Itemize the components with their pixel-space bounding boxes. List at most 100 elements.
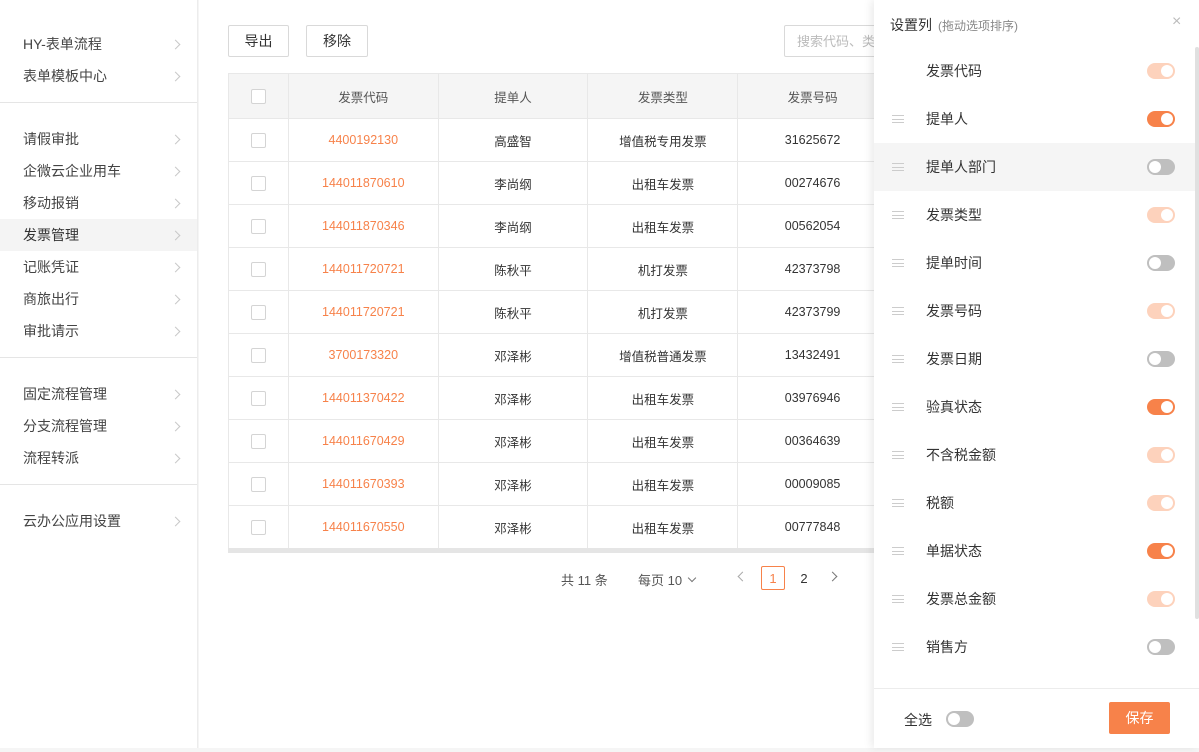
row-checkbox[interactable] — [250, 433, 266, 449]
column-option[interactable]: 发票类型 — [874, 191, 1195, 239]
table-cell: 出租车发票 — [588, 377, 739, 419]
column-option[interactable]: 销售方 — [874, 623, 1195, 671]
sidebar-item[interactable]: 移动报销 — [0, 187, 197, 219]
toggle-knob — [1161, 305, 1173, 317]
sidebar-item[interactable]: 发票管理 — [0, 219, 197, 251]
page-size-select[interactable]: 每页 10 — [638, 570, 697, 589]
invoice-code-link[interactable]: 144011870610 — [322, 176, 405, 190]
chevron-right-icon — [170, 198, 181, 208]
cell-value: 李尚纲 — [494, 177, 532, 192]
row-checkbox-cell — [229, 162, 289, 204]
sidebar-item[interactable]: 固定流程管理 — [0, 378, 197, 410]
page-1-button[interactable]: 1 — [761, 566, 785, 590]
toggle-knob — [1149, 353, 1161, 365]
column-option[interactable]: 税额 — [874, 479, 1195, 527]
drag-handle-icon[interactable] — [892, 403, 904, 411]
sidebar-item[interactable]: 请假审批 — [0, 123, 197, 155]
table-cell: 144011670393 — [289, 463, 439, 505]
select-all-rows-checkbox[interactable] — [250, 88, 266, 104]
column-visibility-toggle[interactable] — [1147, 543, 1175, 559]
cell-value: 邓泽彬 — [494, 435, 532, 450]
chevron-right-icon[interactable] — [827, 571, 838, 582]
drag-handle-icon[interactable] — [892, 259, 904, 267]
drag-handle-icon[interactable] — [892, 163, 904, 171]
invoice-code-link[interactable]: 4400192130 — [329, 133, 399, 147]
invoice-code-link[interactable]: 3700173320 — [329, 348, 399, 362]
column-visibility-toggle[interactable] — [1147, 255, 1175, 271]
sidebar-item[interactable]: 审批请示 — [0, 315, 197, 347]
sidebar-item[interactable]: HY-表单流程 — [0, 28, 197, 60]
row-checkbox[interactable] — [250, 476, 266, 492]
invoice-code-link[interactable]: 144011720721 — [322, 262, 405, 276]
row-checkbox[interactable] — [250, 390, 266, 406]
table-cell: 144011870346 — [289, 205, 439, 247]
table-row: 144011720721 陈秋平 机打发票 42373798 — [229, 248, 888, 291]
row-checkbox[interactable] — [250, 304, 266, 320]
column-visibility-toggle[interactable] — [1147, 159, 1175, 175]
invoice-code-link[interactable]: 144011720721 — [322, 305, 405, 319]
chevron-right-icon — [170, 453, 181, 463]
column-visibility-toggle[interactable] — [1147, 639, 1175, 655]
row-checkbox[interactable] — [250, 132, 266, 148]
column-option[interactable]: 发票代码 — [874, 47, 1195, 95]
sidebar-item[interactable]: 记账凭证 — [0, 251, 197, 283]
column-list-scrollbar[interactable] — [1195, 47, 1199, 619]
column-visibility-toggle[interactable] — [1147, 111, 1175, 127]
row-checkbox[interactable] — [250, 347, 266, 363]
cell-value: 00009085 — [784, 477, 841, 491]
column-option[interactable]: 不含税金额 — [874, 431, 1195, 479]
table-cell: 144011670550 — [289, 506, 439, 548]
drag-handle-icon[interactable] — [892, 307, 904, 315]
column-option[interactable]: 单据状态 — [874, 527, 1195, 575]
invoice-code-link[interactable]: 144011370422 — [322, 391, 405, 405]
sidebar-item[interactable]: 云办公应用设置 — [0, 505, 197, 537]
table-cell: 13432491 — [738, 334, 888, 376]
remove-button[interactable]: 移除 — [306, 25, 368, 57]
invoice-code-link[interactable]: 144011670429 — [322, 434, 405, 448]
sidebar-item[interactable]: 商旅出行 — [0, 283, 197, 315]
drag-handle-icon[interactable] — [892, 547, 904, 555]
save-button[interactable]: 保存 — [1109, 702, 1170, 734]
chevron-left-icon[interactable] — [737, 571, 748, 582]
column-option[interactable]: 验真状态 — [874, 383, 1195, 431]
column-option[interactable]: 发票日期 — [874, 335, 1195, 383]
page-2-button[interactable]: 2 — [792, 566, 816, 590]
table-horizontal-scrollbar[interactable] — [228, 548, 888, 553]
invoice-code-link[interactable]: 144011870346 — [322, 219, 405, 233]
drag-handle-icon[interactable] — [892, 355, 904, 363]
column-option[interactable]: 发票总金额 — [874, 575, 1195, 623]
drag-handle-icon[interactable] — [892, 595, 904, 603]
sidebar-item[interactable]: 表单模板中心 — [0, 60, 197, 92]
column-visibility-toggle[interactable] — [1147, 351, 1175, 367]
cell-value: 机打发票 — [637, 306, 688, 321]
close-icon[interactable]: × — [1172, 14, 1181, 30]
sidebar-item[interactable]: 企微云企业用车 — [0, 155, 197, 187]
invoice-code-link[interactable]: 144011670393 — [322, 477, 405, 491]
column-option[interactable]: 提单人部门 — [874, 143, 1195, 191]
column-option[interactable]: 提单时间 — [874, 239, 1195, 287]
row-checkbox[interactable] — [250, 218, 266, 234]
table-cell: 144011720721 — [289, 291, 439, 333]
cell-value: 机打发票 — [637, 263, 688, 278]
chevron-right-icon — [170, 134, 181, 144]
row-checkbox[interactable] — [250, 519, 266, 535]
column-visibility-toggle — [1147, 303, 1175, 319]
sidebar-item[interactable]: 分支流程管理 — [0, 410, 197, 442]
row-checkbox[interactable] — [250, 175, 266, 191]
column-visibility-toggle[interactable] — [1147, 399, 1175, 415]
invoice-code-link[interactable]: 144011670550 — [322, 520, 405, 534]
drag-handle-icon[interactable] — [892, 451, 904, 459]
drag-handle-icon[interactable] — [892, 643, 904, 651]
drag-handle-icon[interactable] — [892, 115, 904, 123]
toggle-knob — [1149, 161, 1161, 173]
column-visibility-toggle — [1147, 591, 1175, 607]
sidebar-item[interactable]: 流程转派 — [0, 442, 197, 474]
row-checkbox[interactable] — [250, 261, 266, 277]
select-all-toggle[interactable] — [946, 711, 974, 727]
column-option[interactable]: 发票号码 — [874, 287, 1195, 335]
column-option[interactable]: 提单人 — [874, 95, 1195, 143]
toggle-knob — [1161, 65, 1173, 77]
drag-handle-icon[interactable] — [892, 499, 904, 507]
drag-handle-icon[interactable] — [892, 211, 904, 219]
export-button[interactable]: 导出 — [228, 25, 289, 57]
